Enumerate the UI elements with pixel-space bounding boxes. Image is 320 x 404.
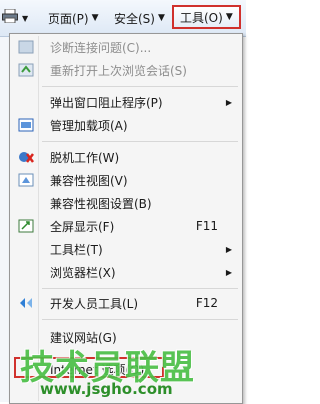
safety-menu-button[interactable]: 安全(S) ▼	[114, 7, 165, 29]
menu-item-explorer-bars[interactable]: 浏览器栏(X) ▶	[12, 261, 240, 283]
tools-menu-button[interactable]: 工具(O) ▼	[172, 5, 241, 29]
page-menu-button[interactable]: 页面(P) ▼	[48, 7, 99, 29]
menu-item-manage-addons[interactable]: 管理加载项(A)	[12, 114, 240, 136]
compat-view-icon	[18, 173, 34, 187]
menu-item-toolbars[interactable]: 工具栏(T) ▶	[12, 238, 240, 260]
addons-icon	[18, 118, 34, 132]
menu-item-popup-blocker[interactable]: 弹出窗口阻止程序(P) ▶	[12, 91, 240, 113]
command-bar: ▼ 页面(P) ▼ 安全(S) ▼ 工具(O) ▼	[0, 0, 246, 37]
menu-item-diagnose[interactable]: 诊断连接问题(C)...	[12, 36, 240, 58]
safety-menu-label: 安全(S)	[114, 11, 155, 26]
menu-item-fullscreen[interactable]: 全屏显示(F) F11	[12, 215, 240, 237]
menu-separator	[42, 288, 238, 289]
chevron-down-icon: ▼	[157, 13, 165, 23]
fullscreen-icon	[18, 219, 34, 233]
menu-item-developer-tools[interactable]: 开发人员工具(L) F12	[12, 292, 240, 314]
chevron-down-icon: ▼	[91, 13, 99, 23]
submenu-arrow-icon: ▶	[225, 267, 232, 277]
submenu-arrow-icon: ▶	[225, 97, 232, 107]
menu-item-compat-view[interactable]: 兼容性视图(V)	[12, 169, 240, 191]
print-icon[interactable]	[2, 9, 18, 23]
submenu-arrow-icon: ▶	[225, 244, 232, 254]
menu-item-compat-settings[interactable]: 兼容性视图设置(B)	[12, 192, 240, 214]
menu-item-reopen-session[interactable]: 重新打开上次浏览会话(S)	[12, 59, 240, 81]
menu-separator	[42, 141, 238, 142]
print-dropdown-caret[interactable]: ▼	[22, 7, 28, 29]
developer-tools-icon	[20, 298, 32, 308]
offline-icon	[19, 152, 34, 163]
reopen-icon	[18, 63, 34, 77]
menu-item-work-offline[interactable]: 脱机工作(W)	[12, 146, 240, 168]
watermark-url: www.jsgho.com	[40, 380, 173, 398]
diagnose-icon	[18, 40, 34, 54]
menu-separator	[42, 319, 238, 320]
chevron-down-icon: ▼	[225, 12, 233, 22]
page-menu-label: 页面(P)	[48, 11, 89, 26]
tools-menu-label: 工具(O)	[180, 10, 223, 25]
menu-separator	[42, 86, 238, 87]
